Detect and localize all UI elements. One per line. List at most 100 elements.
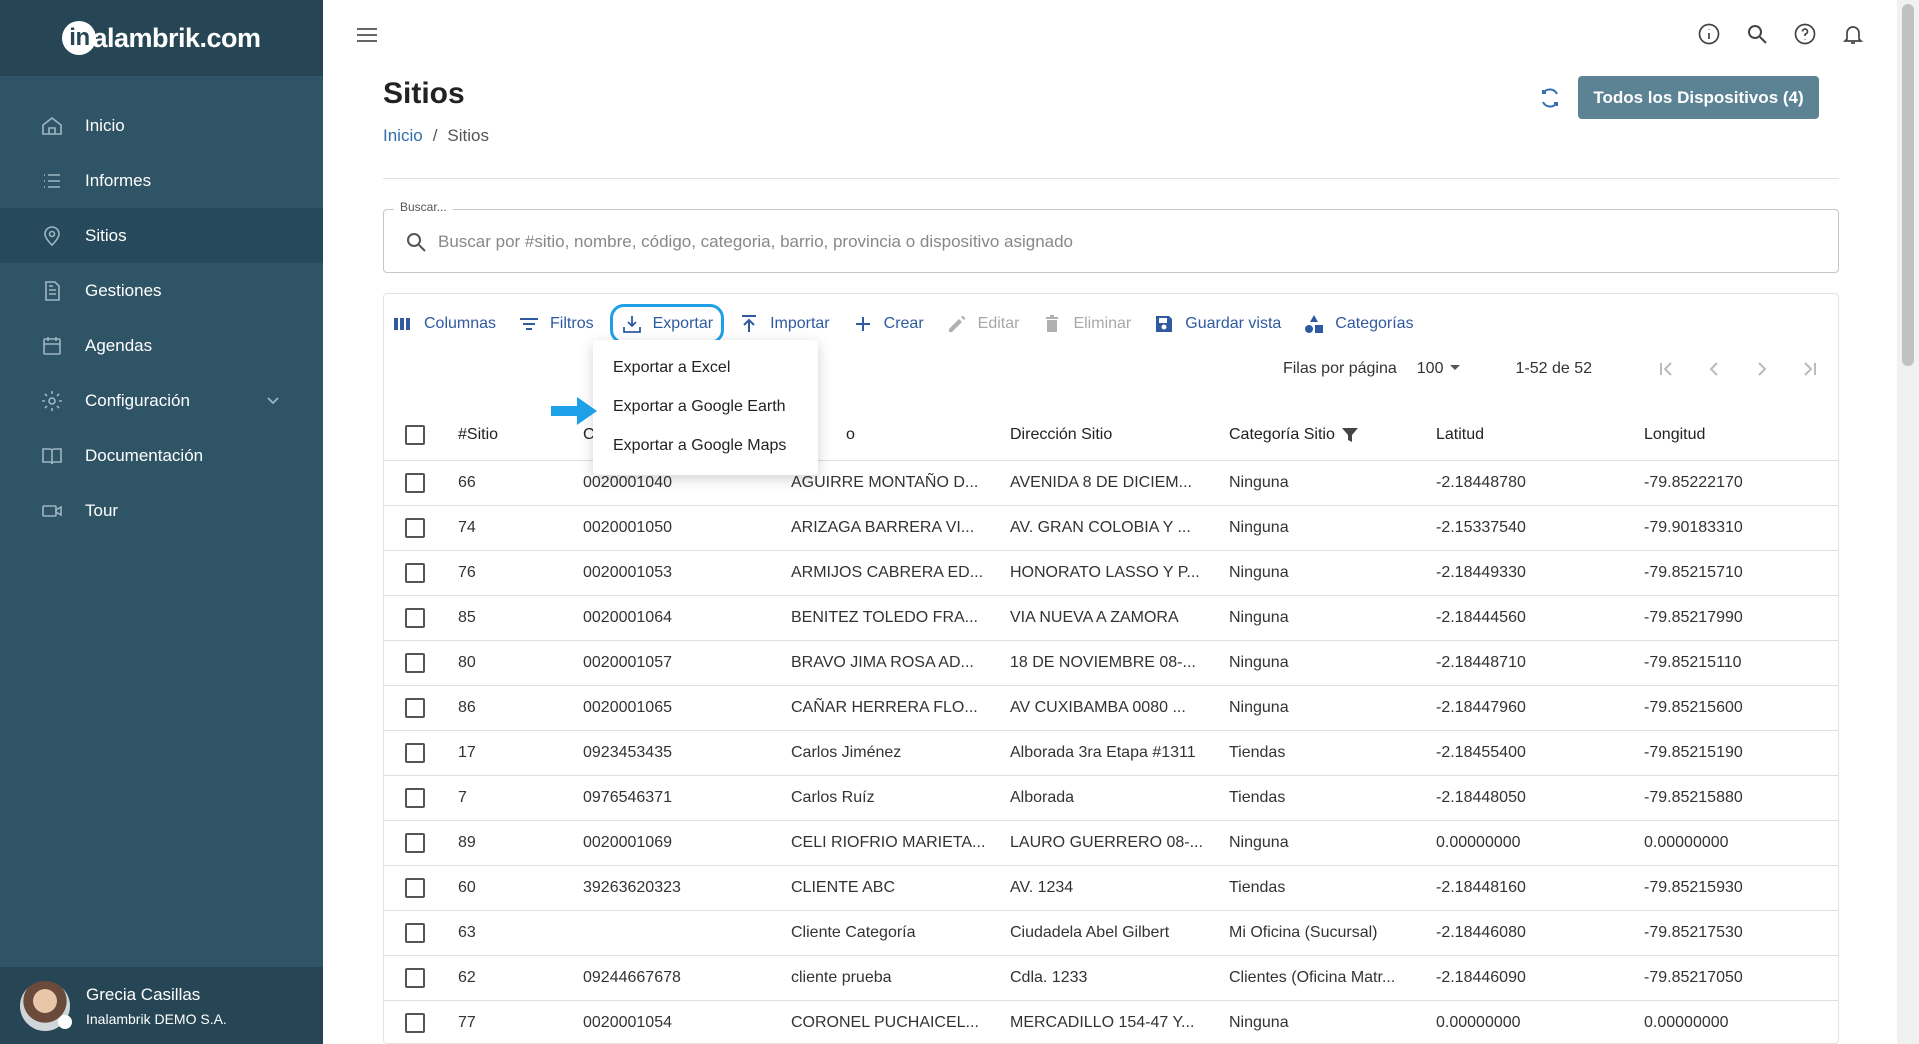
row-checkbox[interactable]: [405, 697, 425, 718]
sidebar-item-informes[interactable]: Informes: [0, 153, 323, 208]
import-button[interactable]: Importar: [738, 304, 830, 344]
user-profile[interactable]: Grecia Casillas Inalambrik DEMO S.A.: [0, 967, 323, 1044]
last-page-icon[interactable]: [1798, 357, 1822, 381]
row-checkbox[interactable]: [405, 877, 425, 898]
row-checkbox-cell: [384, 865, 458, 911]
cell-address: Ciudadela Abel Gilbert: [1010, 910, 1229, 956]
filters-button[interactable]: Filtros: [518, 304, 594, 344]
filter-icon[interactable]: [1341, 426, 1359, 444]
search-icon[interactable]: [1745, 22, 1769, 46]
row-checkbox[interactable]: [405, 922, 425, 943]
export-google-earth-item[interactable]: Exportar a Google Earth: [593, 387, 818, 426]
import-label: Importar: [770, 315, 830, 332]
table-row[interactable]: 17 0923453435 Carlos Jiménez Alborada 3ra E…: [384, 730, 1838, 776]
rows-per-page-select[interactable]: 100: [1417, 355, 1468, 384]
table-row[interactable]: 76 0020001053 ARMIJOS CABRERA ED... HONORAT…: [384, 550, 1838, 596]
previous-page-icon[interactable]: [1702, 357, 1726, 381]
cell-address: 18 DE NOVIEMBRE 08-...: [1010, 640, 1229, 686]
cell-code: [583, 910, 791, 956]
chevron-down-icon[interactable]: [263, 390, 283, 410]
row-checkbox[interactable]: [405, 1012, 425, 1033]
row-checkbox[interactable]: [405, 562, 425, 583]
sidebar-item-agendas[interactable]: Agendas: [0, 318, 323, 373]
row-checkbox[interactable]: [405, 607, 425, 628]
sidebar-item-tour[interactable]: Tour: [0, 483, 323, 538]
refresh-icon[interactable]: [1538, 86, 1562, 110]
next-page-icon[interactable]: [1750, 357, 1774, 381]
edit-button[interactable]: Editar: [946, 304, 1019, 344]
sidebar-item-documentacion[interactable]: Documentación: [0, 428, 323, 483]
first-page-icon[interactable]: [1654, 357, 1678, 381]
table-row[interactable]: 77 0020001054 CORONEL PUCHAICEL... MERCADIL…: [384, 1000, 1838, 1043]
sidebar-item-gestiones[interactable]: Gestiones: [0, 263, 323, 318]
row-checkbox[interactable]: [405, 832, 425, 853]
header-category[interactable]: Categoría Sitio: [1229, 410, 1436, 461]
select-all-checkbox[interactable]: [405, 424, 425, 445]
search-icon: [404, 230, 428, 254]
export-excel-item[interactable]: Exportar a Excel: [593, 348, 818, 387]
shapes-icon: [1303, 313, 1325, 335]
create-button[interactable]: Crear: [852, 304, 924, 344]
cell-category: Tiendas: [1229, 865, 1436, 911]
row-checkbox[interactable]: [405, 787, 425, 808]
table-row[interactable]: 60 39263620323 CLIENTE ABC AV. 1234 Tiendas -…: [384, 865, 1838, 911]
cell-lng: 0.00000000: [1644, 1000, 1838, 1043]
location-pin-icon: [40, 224, 64, 248]
page-scrollbar[interactable]: [1897, 0, 1919, 1044]
sidebar-item-sitios[interactable]: Sitios: [0, 208, 323, 263]
row-checkbox[interactable]: [405, 967, 425, 988]
cell-code: 0923453435: [583, 730, 791, 776]
scrollbar-thumb[interactable]: [1902, 4, 1914, 366]
sidebar-item-inicio[interactable]: Inicio: [0, 98, 323, 153]
table-row[interactable]: 63 Cliente Categoría Ciudadela Abel Gilber…: [384, 910, 1838, 956]
cell-code: 0020001050: [583, 505, 791, 551]
sidebar-item-configuracion[interactable]: Configuración: [0, 373, 323, 428]
header-latitude[interactable]: Latitud: [1436, 410, 1644, 461]
download-icon: [621, 313, 643, 335]
cell-address: Cdla. 1233: [1010, 955, 1229, 1001]
menu-toggle-icon[interactable]: [355, 24, 379, 46]
row-checkbox[interactable]: [405, 472, 425, 493]
cell-address: MERCADILLO 154-47 Y...: [1010, 1000, 1229, 1043]
row-checkbox[interactable]: [405, 517, 425, 538]
sidebar-item-label: Agendas: [85, 335, 153, 355]
trash-icon: [1041, 313, 1063, 335]
info-icon[interactable]: [1697, 22, 1721, 46]
table-row[interactable]: 7 0976546371 Carlos Ruíz Alborada Tiendas -2.…: [384, 775, 1838, 821]
cell-lng: 0.00000000: [1644, 820, 1838, 866]
cell-lng: -79.85217530: [1644, 910, 1838, 956]
help-icon[interactable]: [1793, 22, 1817, 46]
filters-label: Filtros: [550, 315, 594, 332]
header-category-label: Categoría Sitio: [1229, 425, 1335, 443]
delete-button[interactable]: Eliminar: [1041, 304, 1131, 344]
row-checkbox[interactable]: [405, 742, 425, 763]
table-row[interactable]: 89 0020001069 CELI RIOFRIO MARIETA... LAURO…: [384, 820, 1838, 866]
search-input[interactable]: [438, 228, 1818, 256]
row-checkbox-cell: [384, 595, 458, 641]
header-name[interactable]: o: [791, 410, 1010, 461]
export-google-maps-item[interactable]: Exportar a Google Maps: [593, 426, 818, 465]
table-row[interactable]: 62 09244667678 cliente prueba Cdla. 1233 Cli…: [384, 955, 1838, 1001]
categories-button[interactable]: Categorías: [1303, 304, 1414, 344]
bell-icon[interactable]: [1841, 22, 1865, 46]
table-row[interactable]: 74 0020001050 ARIZAGA BARRERA VI... AV. GRA…: [384, 505, 1838, 551]
header-address[interactable]: Dirección Sitio: [1010, 410, 1229, 461]
search-field[interactable]: Buscar...: [383, 200, 1839, 273]
save-view-button[interactable]: Guardar vista: [1153, 304, 1281, 344]
logo[interactable]: in alambrik.com: [0, 0, 323, 76]
row-checkbox[interactable]: [405, 652, 425, 673]
cell-lat: -2.18447960: [1436, 685, 1644, 731]
header-longitude[interactable]: Longitud: [1644, 410, 1838, 461]
table-row[interactable]: 80 0020001057 BRAVO JIMA ROSA AD... 18 DE N…: [384, 640, 1838, 686]
delete-label: Eliminar: [1073, 315, 1132, 332]
rows-per-page-label: Filas por página: [1282, 360, 1397, 377]
columns-button[interactable]: Columnas: [392, 304, 496, 344]
avatar: [20, 980, 72, 1031]
export-button[interactable]: Exportar: [609, 304, 725, 344]
row-checkbox-cell: [384, 820, 458, 866]
cell-address: HONORATO LASSO Y P...: [1010, 550, 1229, 596]
table-row[interactable]: 85 0020001064 BENITEZ TOLEDO FRA... VIA NUE…: [384, 595, 1838, 641]
all-devices-button[interactable]: Todos los Dispositivos (4): [1578, 76, 1819, 119]
breadcrumb-home-link[interactable]: Inicio: [383, 126, 423, 145]
table-row[interactable]: 86 0020001065 CAÑAR HERRERA FLO... AV CUXIB…: [384, 685, 1838, 731]
